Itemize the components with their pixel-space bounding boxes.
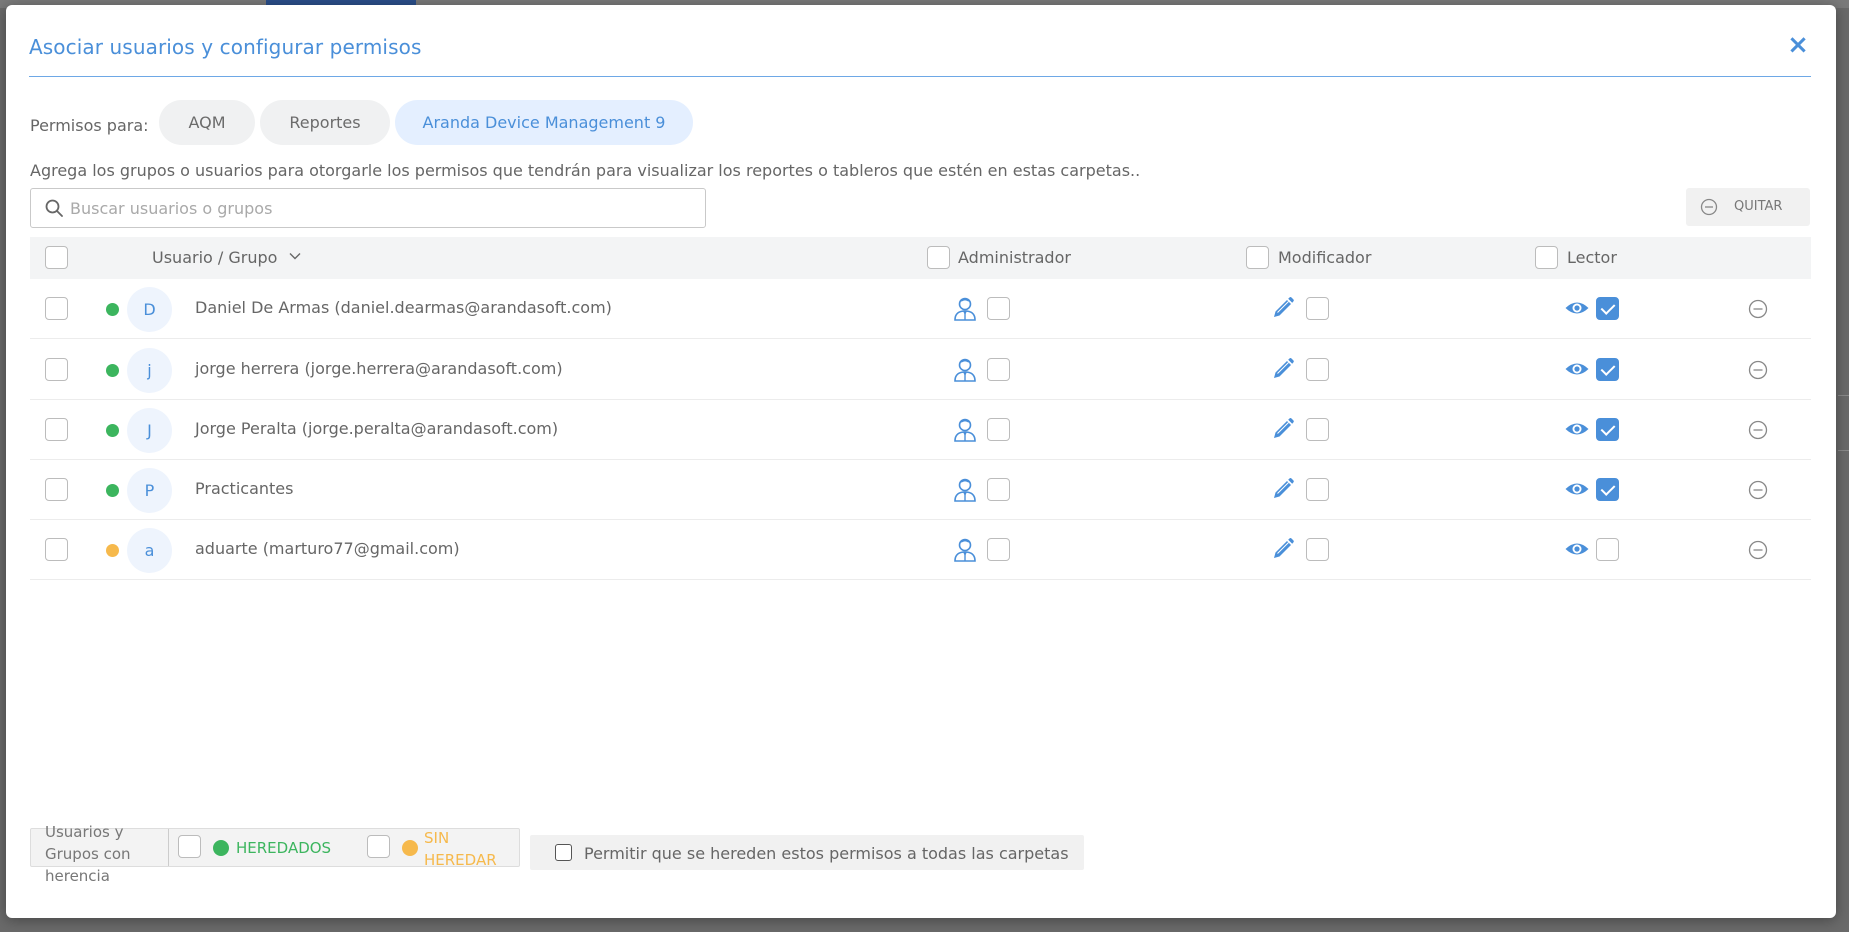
pencil-icon [1270,476,1296,502]
close-button[interactable]: × [1784,31,1812,59]
permissions-for-label: Permisos para: [30,116,149,135]
inherited-filter-checkbox[interactable] [178,835,201,858]
header-user-group[interactable]: Usuario / Grupo [152,248,277,267]
user-name: jorge herrera (jorge.herrera@arandasoft.… [195,359,563,378]
header-admin: Administrador [958,248,1071,267]
header-admin-checkbox[interactable] [927,246,950,269]
table-row: J Jorge Peralta (jorge.peralta@arandasoft… [30,400,1811,460]
search-icon [45,199,63,217]
eye-icon [1564,476,1590,502]
admin-checkbox[interactable] [987,418,1010,441]
status-dot [106,544,119,557]
status-dot [106,424,119,437]
remove-row-icon[interactable] [1748,540,1768,564]
reader-checkbox[interactable] [1596,297,1619,320]
remove-row-icon[interactable] [1748,299,1768,323]
reader-checkbox[interactable] [1596,418,1619,441]
search-box [30,188,706,228]
inherit-permissions-label: Permitir que se hereden estos permisos a… [584,844,1069,863]
admin-checkbox[interactable] [987,478,1010,501]
row-select-checkbox[interactable] [45,418,68,441]
background-side-element [1838,395,1849,451]
search-input[interactable] [70,195,690,222]
table-row: j jorge herrera (jorge.herrera@arandasoft… [30,340,1811,400]
admin-checkbox[interactable] [987,297,1010,320]
title-divider [29,76,1811,77]
reader-checkbox[interactable] [1596,478,1619,501]
select-all-checkbox[interactable] [45,246,68,269]
inherited-label: HEREDADOS [236,839,332,857]
description-text: Agrega los grupos o usuarios para otorga… [30,161,1141,180]
remove-row-icon[interactable] [1748,360,1768,384]
legend-title: Usuarios y Grupos con herencia [45,823,131,885]
user-name: Jorge Peralta (jorge.peralta@arandasoft.… [195,419,559,438]
header-modifier: Modificador [1278,248,1372,267]
status-dot [106,303,119,316]
remove-button[interactable]: QUITAR [1686,188,1810,226]
table-row: P Practicantes [30,460,1811,520]
modifier-checkbox[interactable] [1306,297,1329,320]
chevron-down-icon[interactable] [289,250,301,262]
remove-row-icon[interactable] [1748,420,1768,444]
remove-row-icon[interactable] [1748,480,1768,504]
eye-icon [1564,356,1590,382]
eye-icon [1564,295,1590,321]
row-select-checkbox[interactable] [45,358,68,381]
modifier-checkbox[interactable] [1306,358,1329,381]
administrator-icon [952,536,978,562]
table-header: Usuario / Grupo Administrador Modificado… [30,237,1811,279]
table-row: a aduarte (marturo77@gmail.com) [30,520,1811,580]
eye-icon [1564,416,1590,442]
user-name: Daniel De Armas (daniel.dearmas@arandaso… [195,298,612,317]
not-inherited-label: SIN HEREDAR [424,829,497,869]
pencil-icon [1270,416,1296,442]
reader-checkbox[interactable] [1596,538,1619,561]
table-row: D Daniel De Armas (daniel.dearmas@arandas… [30,279,1811,339]
tab-reportes[interactable]: Reportes [260,100,390,145]
pencil-icon [1270,536,1296,562]
legend-separator [168,829,169,866]
administrator-icon [952,416,978,442]
avatar: P [127,468,172,513]
modifier-checkbox[interactable] [1306,538,1329,561]
avatar: j [127,348,172,393]
admin-checkbox[interactable] [987,358,1010,381]
inherit-permissions-checkbox[interactable] [555,844,572,861]
minus-circle-icon [1700,198,1718,216]
tab-aqm[interactable]: AQM [159,100,255,145]
header-modifier-checkbox[interactable] [1246,246,1269,269]
administrator-icon [952,476,978,502]
remove-button-label: QUITAR [1734,199,1783,214]
administrator-icon [952,356,978,382]
avatar: J [127,408,172,453]
admin-checkbox[interactable] [987,538,1010,561]
reader-checkbox[interactable] [1596,358,1619,381]
pencil-icon [1270,356,1296,382]
not-inherited-filter-checkbox[interactable] [367,835,390,858]
avatar: a [127,528,172,573]
inherit-permissions-option[interactable]: Permitir que se hereden estos permisos a… [530,835,1084,870]
user-name: aduarte (marturo77@gmail.com) [195,539,460,558]
header-reader: Lector [1567,248,1617,267]
not-inherited-status-dot [402,840,418,856]
modifier-checkbox[interactable] [1306,478,1329,501]
permissions-modal: Asociar usuarios y configurar permisos ×… [6,5,1836,918]
user-name: Practicantes [195,479,294,498]
header-reader-checkbox[interactable] [1535,246,1558,269]
status-dot [106,484,119,497]
row-select-checkbox[interactable] [45,538,68,561]
eye-icon [1564,536,1590,562]
tab-aranda-device-management[interactable]: Aranda Device Management 9 [395,100,693,145]
row-select-checkbox[interactable] [45,478,68,501]
avatar: D [127,287,172,332]
modal-title: Asociar usuarios y configurar permisos [29,35,422,59]
status-dot [106,364,119,377]
inherited-status-dot [213,840,229,856]
pencil-icon [1270,295,1296,321]
modifier-checkbox[interactable] [1306,418,1329,441]
row-select-checkbox[interactable] [45,297,68,320]
administrator-icon [952,295,978,321]
